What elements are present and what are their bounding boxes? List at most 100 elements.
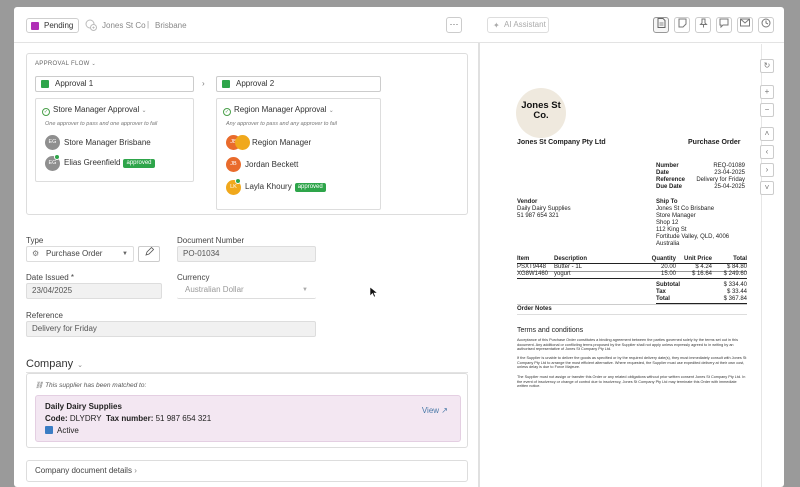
history-icon[interactable] (758, 17, 774, 33)
approver-row: EG Elias Greenfield approved (45, 154, 190, 171)
approval-1-label: Approval 1 (55, 79, 94, 88)
chevron-right-icon: › (202, 79, 205, 88)
document-page: Jones St Co. Jones St Company Pty Ltd Pu… (480, 44, 762, 487)
table-row: XG8W1460 (517, 271, 549, 277)
ship-to-line: Australia (656, 241, 680, 247)
ship-to-line: Shop 12 (656, 220, 679, 226)
group-header[interactable]: ✓ Store Manager Approval ⌄ (42, 105, 147, 116)
match-note: ⛓ This supplier has been matched to: (35, 382, 147, 389)
date-issued-field[interactable]: 23/04/2025 (26, 283, 162, 299)
group-header[interactable]: ✓ Region Manager Approval ⌄ (223, 105, 334, 116)
type-label: Type (26, 236, 44, 245)
check-circle-icon: ✓ (223, 108, 231, 116)
currency-select[interactable]: Australian Dollar ▼ (177, 283, 316, 299)
supplier-card: Daily Dairy Supplies Code: DLYDRY Tax nu… (35, 395, 461, 442)
ship-to-line: Fortitude Valley, QLD, 4006 (656, 234, 730, 240)
terms-paragraph: The Supplier must not assign or transfer… (517, 375, 746, 389)
ship-to-line: 112 King St (656, 227, 687, 233)
document-title: Purchase Order (688, 139, 741, 146)
approval-1-group: ✓ Store Manager Approval ⌄ One approver t… (35, 98, 194, 182)
avatar: EG (45, 135, 60, 150)
terms-title: Terms and conditions (517, 327, 584, 334)
chevron-right-icon: › (134, 466, 137, 475)
reference-label: Reference (26, 311, 63, 320)
approval-rule: One approver to pass and one approver to… (45, 121, 158, 127)
ship-to-label: Ship To (656, 199, 678, 205)
approver-name: Region Manager (252, 138, 312, 147)
status-badge[interactable]: Pending (26, 18, 80, 33)
pin-icon[interactable] (695, 17, 711, 33)
supplier-status: Active (45, 426, 79, 435)
top-bar: Pending + Jones St Co | Brisbane ⋯ ✦ AI … (14, 7, 784, 43)
date-issued-label: Date Issued * (26, 273, 75, 282)
status-color-swatch (31, 22, 39, 30)
currency-value: Australian Dollar (185, 285, 244, 294)
refresh-icon[interactable]: ↻ (760, 59, 774, 73)
gear-icon: ⚙ (32, 249, 40, 258)
chevron-left-icon[interactable]: ‹ (760, 145, 774, 159)
status-swatch (222, 80, 230, 88)
dropdown-arrow-icon: ▼ (122, 251, 128, 257)
sparkle-icon: ✦ (493, 21, 500, 30)
approver-row: LK Layla Khoury approved (226, 178, 376, 195)
company-document-details[interactable]: Company document details › (26, 460, 468, 482)
chevron-right-icon[interactable]: › (760, 163, 774, 177)
approver-row: JB Region Manager (226, 135, 376, 151)
note-icon[interactable] (674, 17, 690, 33)
comment-icon[interactable] (716, 17, 732, 33)
mouse-cursor-icon (370, 287, 378, 298)
document-number-field[interactable]: PO-01034 (177, 246, 316, 262)
svg-text:+: + (92, 26, 95, 32)
approved-badge: approved (123, 159, 155, 168)
company-logo: Jones St Co. (516, 88, 566, 138)
approval-flow: APPROVAL FLOW ⌄ Approval 1 › Approval 2 … (26, 53, 468, 215)
ai-assistant-button[interactable]: ✦ AI Assistant (487, 17, 549, 33)
approval-2-header: Approval 2 (216, 76, 381, 92)
terms-paragraph: If the Supplier is unable to deliver the… (517, 356, 747, 370)
order-notes-label: Order Notes (517, 306, 552, 312)
chevron-up-icon[interactable]: ˄ (760, 127, 774, 141)
status-swatch (41, 80, 49, 88)
breadcrumb-company[interactable]: Jones St Co (102, 18, 146, 33)
status-swatch (45, 426, 53, 434)
currency-label: Currency (177, 273, 210, 282)
ai-assistant-label: AI Assistant (504, 20, 546, 29)
location-icon: + (84, 18, 98, 33)
approval-2-group: ✓ Region Manager Approval ⌄ Any approver … (216, 98, 381, 210)
vendor-line: 51 987 654 321 (517, 213, 559, 219)
type-select[interactable]: ⚙ Purchase Order ▼ (26, 246, 134, 262)
type-value: Purchase Order (46, 249, 103, 258)
approver-row: JB Jordan Beckett (226, 157, 376, 173)
breadcrumb-location[interactable]: Brisbane (155, 18, 187, 33)
check-circle-icon: ✓ (42, 108, 50, 116)
zoom-out-icon[interactable]: − (760, 103, 774, 117)
approval-2-label: Approval 2 (236, 79, 275, 88)
document-toolbar (653, 17, 774, 33)
supplier-codes: Code: DLYDRY Tax number: 51 987 654 321 (45, 414, 212, 423)
approver-name: Store Manager Brisbane (64, 138, 151, 147)
view-supplier-link[interactable]: View ↗ (422, 406, 448, 415)
zoom-in-icon[interactable]: + (760, 85, 774, 99)
approval-flow-title[interactable]: APPROVAL FLOW ⌄ (35, 61, 96, 67)
pencil-icon (144, 246, 154, 256)
document-number-label: Document Number (177, 236, 245, 245)
document-icon[interactable] (653, 17, 669, 33)
more-options-button[interactable]: ⋯ (446, 17, 462, 33)
app-window: Pending + Jones St Co | Brisbane ⋯ ✦ AI … (14, 7, 784, 487)
edit-type-button[interactable] (138, 246, 160, 262)
chevron-down-icon: ⌄ (328, 108, 334, 114)
table-row: PSXT9448 (517, 264, 547, 270)
company-section-header[interactable]: Company ⌄ (26, 358, 83, 370)
approver-row: EG Store Manager Brisbane (45, 135, 190, 151)
chevron-down-icon[interactable]: ˅ (760, 181, 774, 195)
chevron-down-icon: ⌄ (141, 108, 147, 114)
reference-field[interactable]: Delivery for Friday (26, 321, 316, 337)
details-panel: APPROVAL FLOW ⌄ Approval 1 › Approval 2 … (14, 44, 478, 487)
vendor-label: Vendor (517, 199, 538, 205)
terms-paragraph: Acceptance of this Purchase Order consti… (517, 338, 738, 352)
approved-badge: approved (294, 183, 326, 192)
approver-name: Jordan Beckett (245, 160, 299, 169)
approved-dot (54, 154, 60, 160)
external-link-icon: ↗ (441, 406, 448, 415)
mail-icon[interactable] (737, 17, 753, 33)
